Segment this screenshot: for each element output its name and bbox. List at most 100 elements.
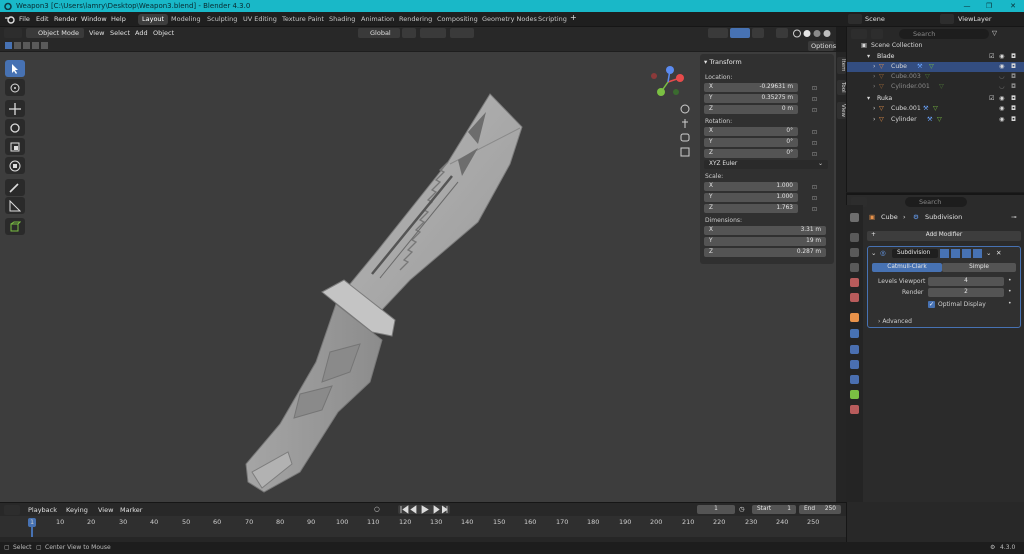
dimensions-z-field[interactable]: Z 0.287 m — [704, 248, 826, 257]
world-tab-icon[interactable] — [850, 293, 859, 302]
location-y-field[interactable]: Y 0.35275 m — [704, 94, 798, 103]
dimensions-y-field[interactable]: Y 19 m — [704, 237, 826, 246]
output-tab-icon[interactable] — [850, 248, 859, 257]
view-layer-icon[interactable] — [940, 14, 954, 24]
modifiers-tab-icon[interactable] — [850, 329, 859, 338]
cursor-tool[interactable] — [5, 79, 25, 96]
proportional-edit-icon[interactable] — [450, 28, 474, 38]
add-cube-tool[interactable] — [5, 218, 25, 235]
maximize-icon[interactable]: ❐ — [980, 0, 998, 12]
overlay-icon[interactable] — [752, 28, 764, 38]
material-tab-icon[interactable] — [850, 405, 859, 414]
mesh-data-icon[interactable]: ▽ — [929, 62, 934, 72]
menu-object[interactable]: Object — [153, 29, 174, 37]
tab-tool[interactable]: Tool — [837, 80, 846, 95]
menu-marker[interactable]: Marker — [120, 506, 142, 514]
particles-tab-icon[interactable] — [850, 345, 859, 354]
keyframe-dot-icon[interactable]: • — [1008, 300, 1012, 307]
mesh-data-icon[interactable]: ▽ — [925, 72, 930, 82]
eye-icon[interactable]: ◉ — [999, 62, 1004, 72]
lock-icon[interactable]: ⊡ — [812, 96, 819, 103]
remove-modifier-icon[interactable]: ✕ — [996, 249, 1001, 257]
lock-icon[interactable]: ⊡ — [812, 107, 819, 114]
display-mode-icon[interactable] — [871, 29, 883, 39]
outliner-editor-icon[interactable] — [851, 29, 867, 39]
menu-view[interactable]: View — [89, 29, 104, 37]
pan-icon[interactable] — [682, 119, 688, 128]
outliner-row-cube-003[interactable]: › ▽ Cube.003 ▽ ◡ ◘ — [847, 72, 1024, 82]
lock-icon[interactable]: ⊡ — [812, 140, 819, 147]
scene-name[interactable]: Scene — [865, 15, 885, 23]
lock-icon[interactable]: ⊡ — [812, 151, 819, 158]
transform-orientation-dropdown[interactable]: Global — [358, 28, 400, 38]
gizmo-icon[interactable] — [730, 28, 750, 38]
keyframe-dot-icon[interactable]: • — [1008, 277, 1012, 284]
camera-view-icon[interactable] — [680, 133, 690, 142]
properties-search-input[interactable]: Search — [905, 197, 967, 207]
checkbox-icon[interactable]: ☑ — [989, 94, 995, 104]
levels-viewport-field[interactable]: 4 — [928, 277, 1004, 286]
rotate-tool[interactable] — [5, 119, 25, 136]
lock-icon[interactable]: ⊡ — [812, 184, 819, 191]
modifier-toggles[interactable] — [940, 249, 988, 258]
menu-help[interactable]: Help — [111, 15, 126, 23]
camera-icon[interactable]: ◘ — [1011, 115, 1016, 125]
eye-icon[interactable]: ◉ — [999, 104, 1004, 114]
camera-icon[interactable]: ◘ — [1011, 62, 1016, 72]
tab-geometry-nodes[interactable]: Geometry Nodes — [478, 14, 541, 25]
camera-icon[interactable]: ◘ — [1011, 104, 1016, 114]
measure-tool[interactable] — [5, 197, 25, 214]
menu-keying[interactable]: Keying — [66, 506, 88, 514]
tab-shading[interactable]: Shading — [325, 14, 359, 25]
eye-icon[interactable]: ◉ — [999, 52, 1004, 62]
lock-icon[interactable]: ⊡ — [812, 129, 819, 136]
tab-item[interactable]: Item — [837, 57, 846, 74]
eye-closed-icon[interactable]: ◡ — [999, 72, 1004, 82]
start-frame-field[interactable]: Start 1 — [752, 505, 796, 514]
tab-rendering[interactable]: Rendering — [395, 14, 436, 25]
camera-icon[interactable]: ◘ — [1011, 52, 1016, 62]
current-frame-field[interactable]: 1 — [697, 505, 735, 514]
tab-uv-editing[interactable]: UV Editing — [239, 14, 281, 25]
rotation-z-field[interactable]: Z 0° — [704, 149, 798, 158]
tool-tab-icon[interactable] — [850, 213, 859, 222]
perspective-grid-icon[interactable] — [680, 147, 690, 157]
lock-icon[interactable]: ⊡ — [812, 85, 819, 92]
rotation-y-field[interactable]: Y 0° — [704, 138, 798, 147]
scale-x-field[interactable]: X 1.000 — [704, 182, 798, 191]
object-tab-icon[interactable] — [850, 313, 859, 322]
physics-tab-icon[interactable] — [850, 360, 859, 369]
options-dropdown[interactable]: Options — [808, 41, 836, 51]
advanced-section[interactable]: › Advanced — [878, 318, 912, 325]
selection-mode-icon[interactable] — [5, 42, 51, 50]
checkbox-icon[interactable]: ☑ — [989, 52, 995, 62]
location-x-field[interactable]: X -0.29631 m — [704, 83, 798, 92]
tab-texture-paint[interactable]: Texture Paint — [278, 14, 328, 25]
clock-icon[interactable]: ◷ — [739, 505, 745, 513]
tab-compositing[interactable]: Compositing — [433, 14, 482, 25]
tab-simple[interactable]: Simple — [942, 263, 1016, 272]
outliner-search-input[interactable]: Search — [899, 29, 989, 39]
modifier-icon[interactable]: ⚒ — [927, 115, 933, 125]
eye-icon[interactable]: ◉ — [999, 94, 1004, 104]
snap-icon[interactable] — [420, 28, 446, 38]
data-tab-icon[interactable] — [850, 390, 859, 399]
dimensions-x-field[interactable]: X 3.31 m — [704, 226, 826, 235]
keyframe-dot-icon[interactable]: • — [1008, 288, 1012, 295]
filter-icon[interactable]: ▽ — [992, 29, 997, 37]
annotate-tool[interactable] — [5, 179, 25, 196]
minimize-icon[interactable]: — — [958, 0, 976, 12]
menu-playback[interactable]: Playback — [28, 506, 57, 514]
tab-modeling[interactable]: Modeling — [167, 14, 205, 25]
camera-icon[interactable]: ◘ — [1011, 94, 1016, 104]
outliner-row-cube[interactable]: › ▽ Cube ⚒ ▽ ◉ ◘ — [847, 62, 1024, 72]
menu-add[interactable]: Add — [135, 29, 148, 37]
menu-view[interactable]: View — [98, 506, 113, 514]
eye-closed-icon[interactable]: ◡ — [999, 82, 1004, 92]
editor-type-icon[interactable] — [4, 28, 22, 38]
optimal-display-checkbox[interactable]: ✓ — [928, 301, 935, 308]
camera-icon[interactable]: ◘ — [1011, 82, 1016, 92]
shading-modes-icon[interactable] — [792, 29, 836, 38]
blender-menu-icon[interactable] — [5, 15, 15, 24]
visibility-icon[interactable] — [708, 28, 728, 38]
